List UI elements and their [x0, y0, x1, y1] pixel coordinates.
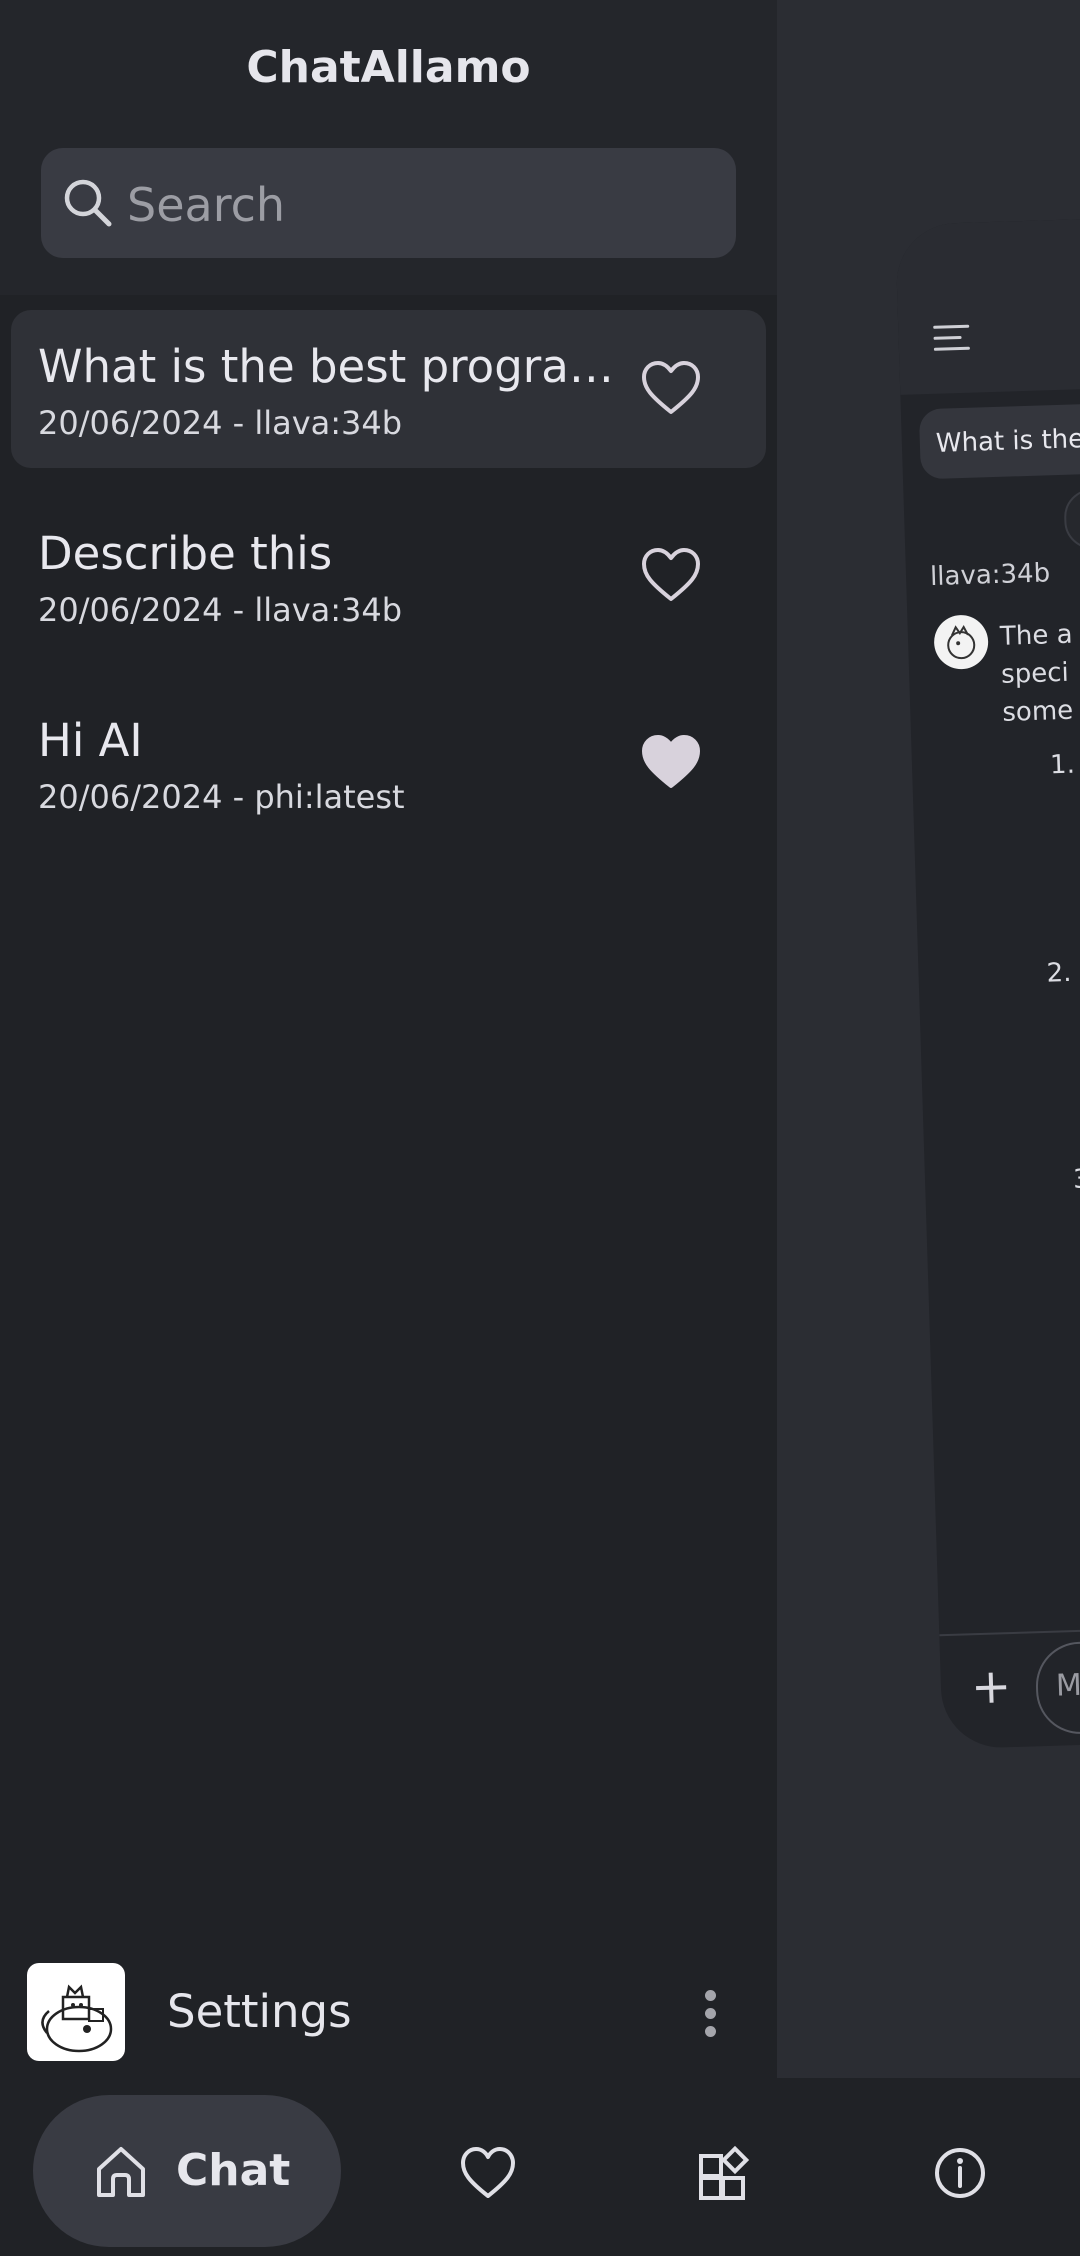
conversation-item[interactable]: Describe this 20/06/2024 - llava:34b [11, 497, 766, 655]
message-input-placeholder: M [1055, 1667, 1080, 1704]
search-placeholder: Search [127, 178, 286, 232]
drawer-header: ChatAllamo Search [0, 0, 777, 295]
conversation-title: Hi AI [38, 714, 143, 767]
search-icon [64, 179, 112, 227]
more-options-icon[interactable] [700, 1990, 720, 2040]
conversation-subtitle: 20/06/2024 - phi:latest [38, 778, 405, 816]
search-input[interactable]: Search [41, 148, 736, 258]
app-logo [27, 1963, 125, 2061]
settings-row[interactable]: Settings [0, 1955, 777, 2070]
message-chip[interactable]: V [1063, 487, 1080, 550]
conversation-title: What is the best progra… [38, 340, 614, 393]
user-message-text: What is the [935, 424, 1080, 459]
conversation-subtitle: 20/06/2024 - llava:34b [38, 404, 403, 442]
list-number: 3. [1072, 1164, 1080, 1195]
response-line: some [1001, 695, 1074, 728]
user-message-bubble: What is the [918, 401, 1080, 480]
message-input[interactable]: M [1034, 1639, 1080, 1736]
home-icon [97, 2147, 145, 2197]
heart-icon[interactable] [460, 2146, 516, 2200]
add-attachment-icon[interactable]: + [970, 1658, 1012, 1715]
response-line: The a [999, 619, 1073, 652]
favorite-filled-icon[interactable] [641, 734, 701, 790]
favorite-outline-icon[interactable] [641, 547, 701, 603]
favorite-outline-icon[interactable] [641, 360, 701, 416]
chat-top-bar [895, 216, 1080, 395]
conversation-item[interactable]: What is the best progra… 20/06/2024 - ll… [11, 310, 766, 468]
conversation-title: Describe this [38, 527, 333, 580]
navigation-drawer: ChatAllamo Search What is the best progr… [0, 0, 777, 2078]
list-number: 2. [1046, 957, 1072, 989]
conversation-subtitle: 20/06/2024 - llava:34b [38, 591, 403, 629]
bottom-navigation: Chat [0, 2078, 1080, 2256]
widgets-icon[interactable] [697, 2146, 753, 2200]
settings-label: Settings [167, 1985, 352, 2038]
input-divider [939, 1626, 1080, 1637]
conversation-item[interactable]: Hi AI 20/06/2024 - phi:latest [11, 684, 766, 842]
list-line: 1. F [1049, 749, 1080, 781]
menu-icon[interactable] [933, 324, 974, 356]
info-icon[interactable] [932, 2146, 988, 2200]
model-label: llava:34b [929, 558, 1051, 593]
nav-chat-button[interactable]: Chat [33, 2095, 341, 2247]
nav-chat-label: Chat [176, 2145, 291, 2196]
bot-avatar [933, 614, 989, 670]
app-title: ChatAllamo [246, 42, 531, 93]
response-line: speci [1000, 657, 1070, 690]
